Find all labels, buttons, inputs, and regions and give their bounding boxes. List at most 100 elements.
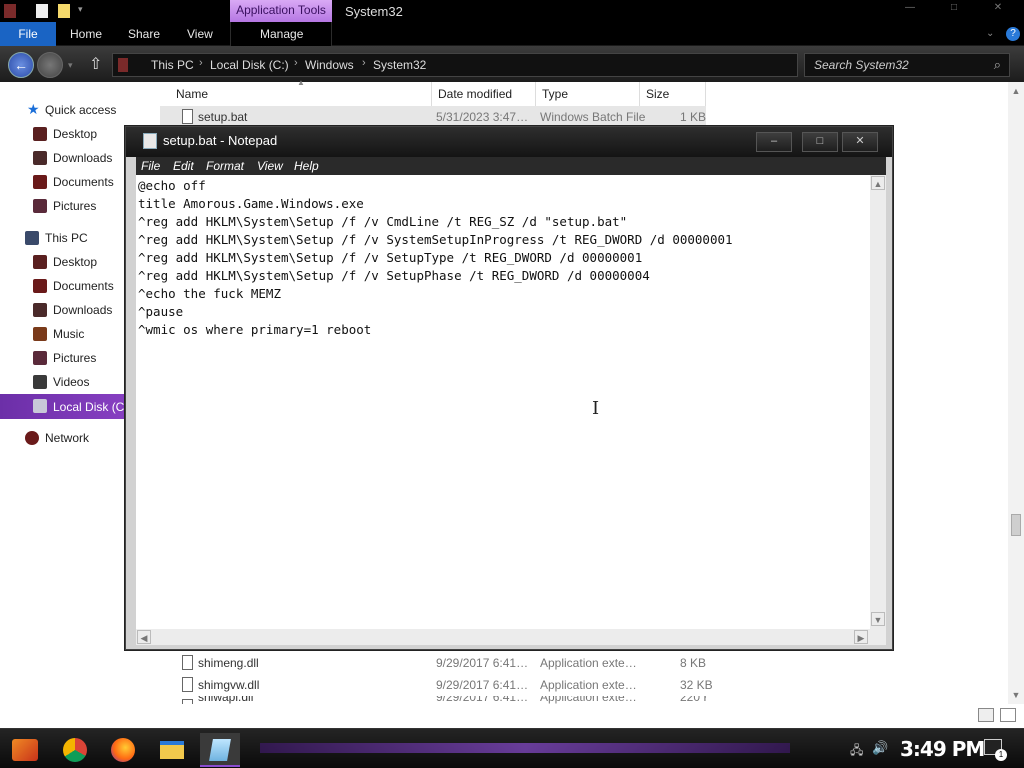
sidebar-item-label: Desktop: [53, 255, 98, 269]
sidebar-item-label: Downloads: [53, 151, 113, 165]
sidebar-item-label: Pictures: [53, 351, 97, 365]
tab-view[interactable]: View: [187, 22, 213, 46]
menu-help[interactable]: Help: [294, 159, 319, 173]
menu-edit[interactable]: Edit: [173, 159, 194, 173]
computer-icon: [25, 231, 39, 245]
file-type: Application exte…: [540, 656, 637, 670]
scroll-down-icon[interactable]: ▼: [1009, 688, 1023, 702]
new-folder-icon[interactable]: [58, 4, 70, 18]
breadcrumb-this-pc[interactable]: This PC: [151, 58, 194, 72]
file-type: Application exte…: [540, 696, 637, 704]
column-header-date[interactable]: Date modified: [432, 82, 536, 106]
scroll-left-icon[interactable]: ◀: [137, 630, 151, 644]
notification-count-badge: 1: [995, 749, 1007, 761]
menu-format[interactable]: Format: [206, 159, 244, 173]
notepad-icon: [143, 133, 157, 149]
forward-icon[interactable]: [37, 52, 63, 78]
start-logo-icon: [12, 739, 38, 761]
sidebar-item-label: Music: [53, 327, 85, 341]
file-type: Application exte…: [540, 678, 637, 692]
scroll-up-icon[interactable]: ▲: [1009, 84, 1023, 98]
notepad-titlebar[interactable]: setup.bat - Notepad – □ ✕: [126, 127, 892, 157]
application-tools-tab[interactable]: Application Tools: [230, 0, 332, 22]
scroll-thumb[interactable]: [1011, 514, 1021, 536]
table-row[interactable]: setup.bat 5/31/2023 3:47… Windows Batch …: [160, 106, 706, 128]
notepad-icon: [209, 739, 231, 761]
menu-bar: File Edit Format View Help: [136, 157, 886, 175]
maximize-button[interactable]: □: [802, 132, 838, 152]
navigation-bar: ← ▾ ⇧ This PC › Local Disk (C:) › Window…: [0, 46, 1024, 82]
notepad-title: setup.bat - Notepad: [163, 133, 278, 148]
vertical-scrollbar[interactable]: ▲ ▼: [1008, 82, 1024, 704]
up-icon[interactable]: ⇧: [89, 54, 102, 74]
close-button[interactable]: ✕: [984, 2, 1012, 16]
menu-file[interactable]: File: [141, 159, 160, 173]
volume-icon[interactable]: 🔊: [872, 740, 888, 756]
address-bar[interactable]: This PC › Local Disk (C:) › Windows › Sy…: [112, 53, 798, 77]
taskbar: 🖧 🔊 3:49 PM 1: [0, 728, 1024, 768]
chevron-right-icon[interactable]: ›: [362, 57, 366, 69]
chrome-icon: [63, 738, 87, 762]
scroll-right-icon[interactable]: ▶: [854, 630, 868, 644]
minimize-button[interactable]: –: [756, 132, 792, 152]
breadcrumb-windows[interactable]: Windows: [305, 58, 354, 72]
pictures-icon: [33, 199, 47, 213]
text-editor[interactable]: @echo off title Amorous.Game.Windows.exe…: [136, 175, 886, 645]
breadcrumb-system32[interactable]: System32: [373, 58, 426, 72]
folder-icon: [160, 741, 184, 759]
column-header-type[interactable]: Type: [536, 82, 640, 106]
large-icons-view-icon[interactable]: [1000, 708, 1016, 722]
recent-locations-icon[interactable]: ▾: [68, 60, 73, 71]
properties-icon[interactable]: [36, 4, 48, 18]
taskbar-firefox[interactable]: [104, 733, 144, 767]
file-name: shimeng.dll: [198, 656, 259, 670]
customize-quick-access-icon[interactable]: ▾: [78, 4, 90, 18]
tab-manage[interactable]: Manage: [260, 22, 303, 46]
tab-file[interactable]: File: [0, 22, 56, 46]
network-tray-icon[interactable]: 🖧: [850, 741, 863, 762]
search-icon[interactable]: ⌕: [994, 57, 1001, 73]
expand-ribbon-icon[interactable]: ⌄: [986, 22, 994, 46]
chevron-right-icon[interactable]: ›: [199, 57, 203, 69]
maximize-button[interactable]: □: [940, 2, 968, 16]
batch-file-icon: [182, 109, 193, 124]
taskbar-chrome[interactable]: [56, 733, 96, 767]
details-view-icon[interactable]: [978, 708, 994, 722]
chevron-right-icon[interactable]: ›: [294, 57, 298, 69]
taskbar-file-explorer[interactable]: [152, 733, 192, 767]
column-header-size[interactable]: Size: [640, 82, 706, 106]
search-box[interactable]: Search System32 ⌕: [804, 53, 1010, 77]
scroll-down-icon[interactable]: ▼: [871, 612, 885, 626]
scroll-up-icon[interactable]: ▲: [871, 176, 885, 190]
taskbar-clock[interactable]: 3:49 PM: [900, 737, 985, 761]
table-row[interactable]: shimgvw.dll 9/29/2017 6:41… Application …: [160, 674, 713, 696]
breadcrumb-local-disk[interactable]: Local Disk (C:): [210, 58, 289, 72]
vertical-scrollbar[interactable]: ▲ ▼: [870, 175, 886, 629]
sidebar-item-label: Videos: [53, 375, 90, 389]
table-row[interactable]: shlwapi.dll 9/29/2017 6:41… Application …: [160, 696, 706, 704]
downloads-icon: [33, 151, 47, 165]
sidebar-item-label: Desktop: [53, 127, 98, 141]
explorer-titlebar: ▾ Application Tools System32 — □ ✕: [0, 0, 1024, 22]
sidebar-item-quick-access[interactable]: ★ Quick access: [0, 99, 160, 121]
file-size: 8 KB: [680, 656, 707, 670]
editor-content[interactable]: @echo off title Amorous.Game.Windows.exe…: [138, 177, 868, 339]
tab-share[interactable]: Share: [128, 22, 160, 46]
minimize-button[interactable]: —: [896, 2, 924, 16]
help-icon[interactable]: ?: [1006, 27, 1020, 41]
downloads-icon: [33, 303, 47, 317]
horizontal-scrollbar[interactable]: ◀ ▶: [136, 629, 886, 645]
table-row[interactable]: shimeng.dll 9/29/2017 6:41… Application …: [160, 652, 706, 674]
sidebar-item-label: Documents: [53, 175, 114, 189]
sidebar-item-label: Documents: [53, 279, 114, 293]
text-cursor-icon: I: [592, 398, 600, 419]
back-icon[interactable]: ←: [8, 52, 34, 78]
file-name: setup.bat: [198, 110, 248, 124]
file-date: 9/29/2017 6:41…: [436, 678, 529, 692]
start-button[interactable]: [4, 733, 44, 767]
menu-view[interactable]: View: [257, 159, 283, 173]
desktop-icon: [33, 255, 47, 269]
tab-home[interactable]: Home: [70, 22, 102, 46]
taskbar-notepad[interactable]: [200, 733, 240, 767]
close-button[interactable]: ✕: [842, 132, 878, 152]
